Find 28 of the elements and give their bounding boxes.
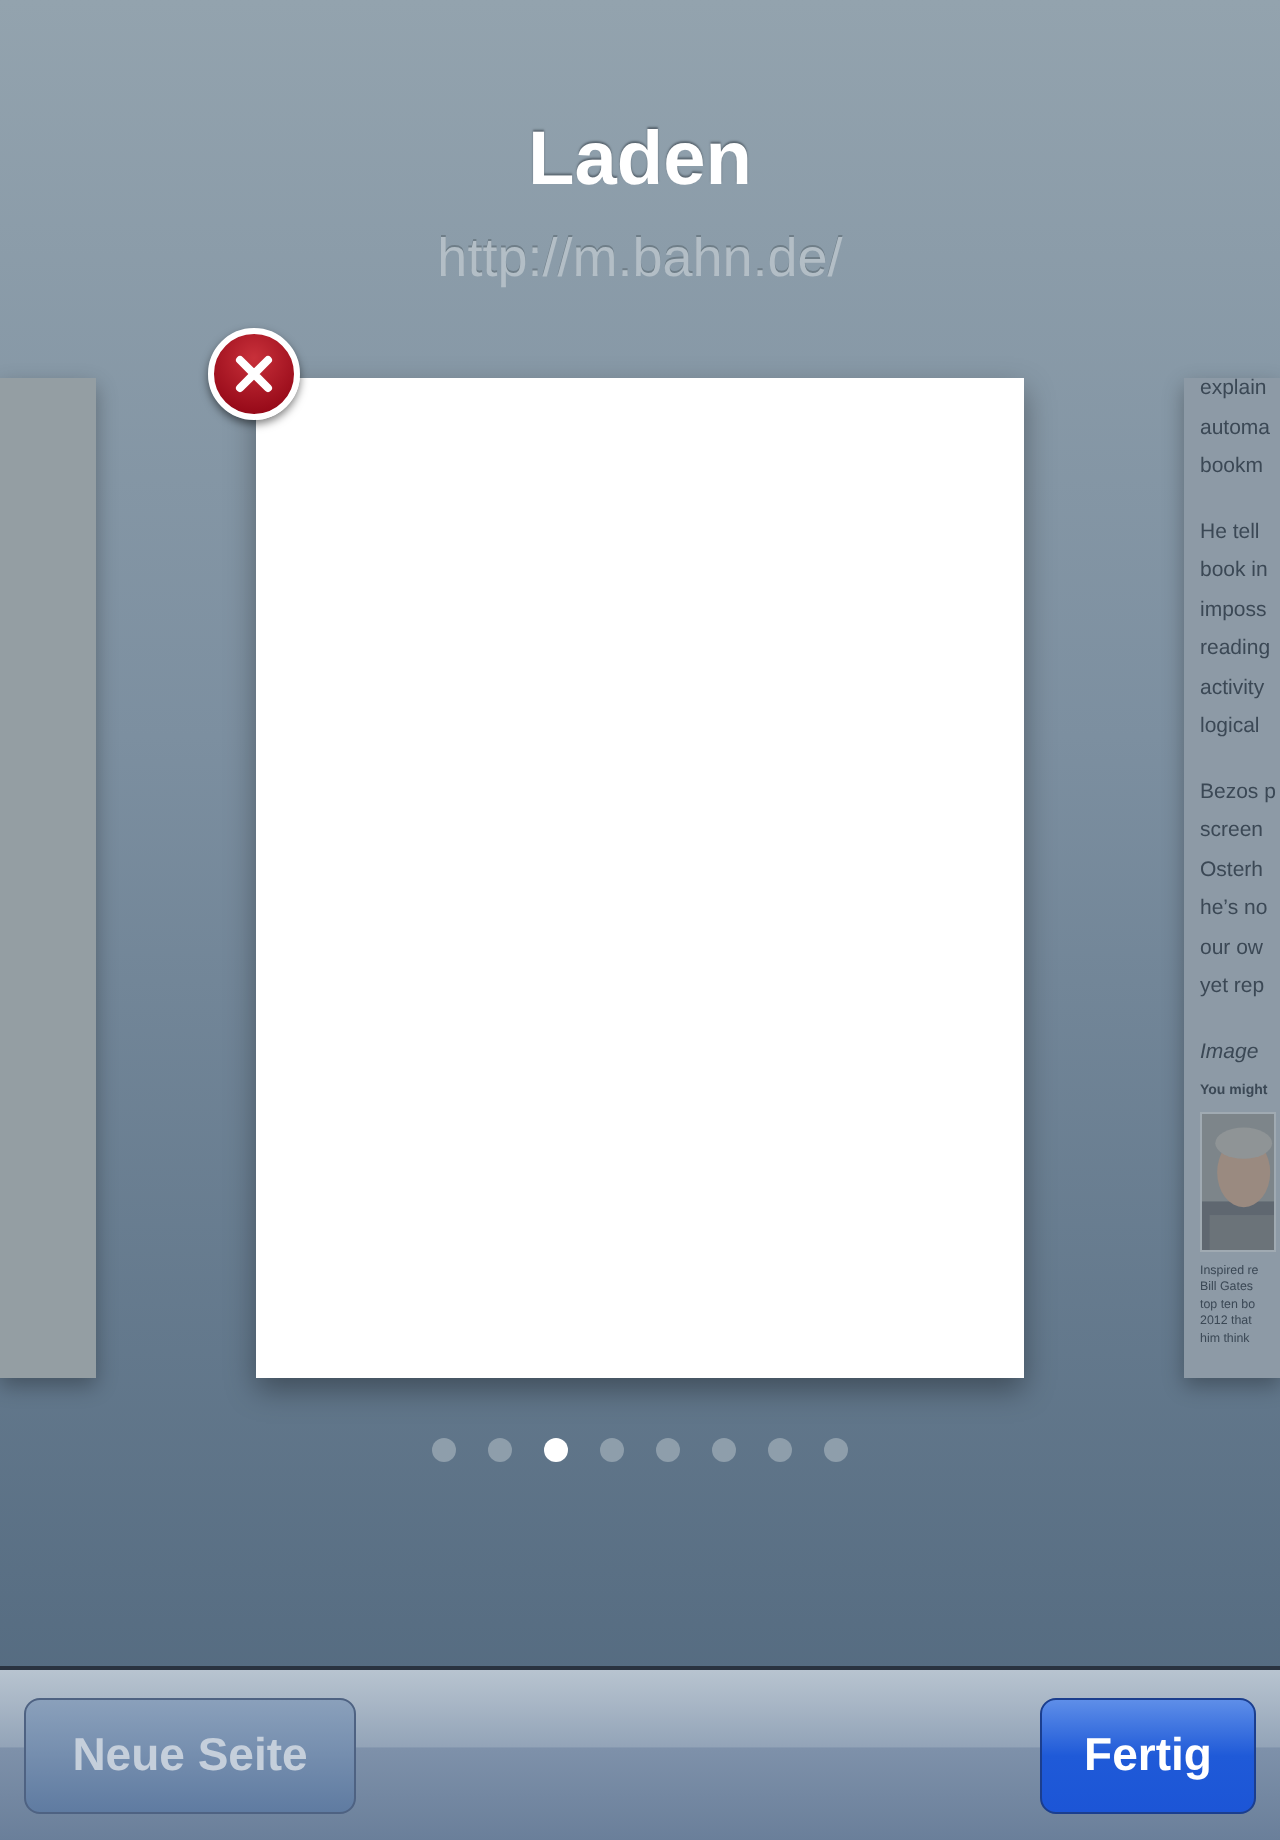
- page-dot[interactable]: [488, 1438, 512, 1462]
- text-line: bookm: [1200, 452, 1266, 482]
- page-title: Laden: [528, 122, 752, 198]
- text-line: Image: [1200, 1037, 1261, 1067]
- text-line: logical: [1200, 712, 1262, 742]
- page-dot[interactable]: [432, 1438, 456, 1462]
- text-line: Bezos p: [1200, 777, 1278, 807]
- page-dot[interactable]: [824, 1438, 848, 1462]
- page-dot[interactable]: [544, 1438, 568, 1462]
- text-line: reading: [1200, 634, 1273, 664]
- page-dot[interactable]: [600, 1438, 624, 1462]
- text-line: book in: [1200, 556, 1270, 586]
- text-line: activity: [1200, 673, 1267, 703]
- text-line: yet rep: [1200, 972, 1267, 1002]
- text-line: imposs: [1200, 595, 1269, 625]
- close-button[interactable]: [208, 328, 300, 420]
- page-dot[interactable]: [768, 1438, 792, 1462]
- page-dot[interactable]: [656, 1438, 680, 1462]
- text-line: automa: [1200, 413, 1273, 443]
- page-dot[interactable]: [712, 1438, 736, 1462]
- text-line: explain: [1200, 378, 1269, 404]
- text-line: Osterh: [1200, 855, 1266, 885]
- text-line: He tell: [1200, 517, 1262, 547]
- text-line: he’s no: [1200, 894, 1270, 924]
- done-button[interactable]: Fertig: [1040, 1697, 1256, 1813]
- text-line: our ow: [1200, 933, 1266, 963]
- close-icon: [234, 354, 274, 394]
- text-line: screen: [1200, 816, 1266, 846]
